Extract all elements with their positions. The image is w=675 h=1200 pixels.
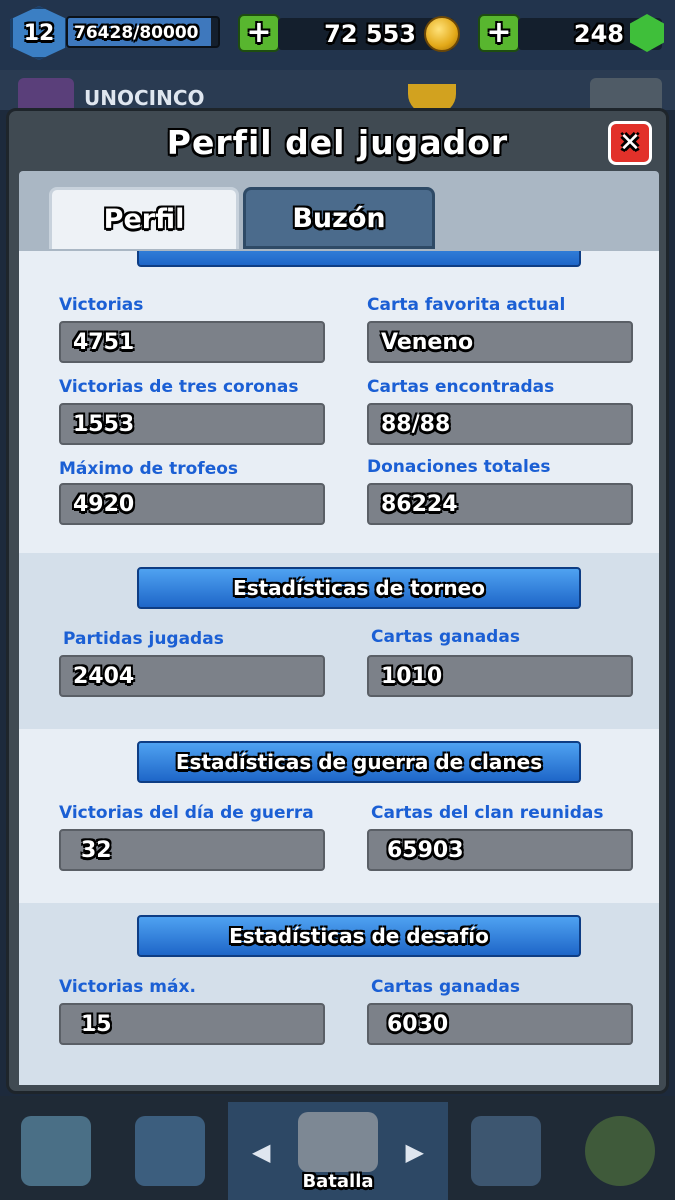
buy-gems-button[interactable]: + (478, 14, 520, 52)
stat-label: Cartas ganadas (371, 977, 520, 997)
nav-cards[interactable] (114, 1102, 226, 1200)
stat-label: Donaciones totales (367, 457, 551, 477)
stat-label: Partidas jugadas (63, 629, 224, 649)
stat-label: Cartas del clan reunidas (371, 803, 604, 823)
tab-profile[interactable]: Perfil (49, 187, 239, 249)
stat-value: 4920 (59, 483, 325, 525)
treasure-chest-icon (21, 1116, 91, 1186)
stat-label: Carta favorita actual (367, 295, 566, 315)
player-name: UNOCINCO (84, 86, 205, 110)
stat-label: Victorias del día de guerra (59, 803, 314, 823)
nav-battle[interactable]: ◀ ▶ Batalla (228, 1102, 448, 1200)
stat-value: Veneno (367, 321, 633, 363)
xp-bar: 76428/80000 (66, 16, 220, 48)
profile-content[interactable]: Victorias 4751 Carta favorita actual Ven… (19, 251, 659, 1085)
section-banner (125, 251, 593, 271)
nav-clan[interactable] (450, 1102, 562, 1200)
tab-inbox[interactable]: Buzón (243, 187, 435, 249)
stat-value: 32 (59, 829, 325, 871)
general-stats-section: Victorias 4751 Carta favorita actual Ven… (19, 251, 659, 553)
crossed-swords-icon (298, 1112, 378, 1172)
stat-label: Cartas encontradas (367, 377, 555, 397)
stat-value: 1010 (367, 655, 633, 697)
modal-title: Perfil del jugador (166, 123, 509, 162)
close-icon: ✕ (619, 128, 641, 158)
clan-war-stats-section: Estadísticas de guerra de clanes Victori… (19, 729, 659, 903)
stat-label: Cartas ganadas (371, 627, 520, 647)
battle-label: Batalla (302, 1171, 374, 1192)
player-profile-modal: Perfil del jugador ✕ Perfil Buzón Victor… (6, 108, 669, 1094)
bottom-navigation: ◀ ▶ Batalla (0, 1096, 675, 1200)
stat-label: Victorias (59, 295, 144, 315)
calendar-icon (584, 1116, 655, 1186)
section-banner: Estadísticas de torneo (125, 567, 593, 613)
stat-value: 2404 (59, 655, 325, 697)
stat-label: Máximo de trofeos (59, 459, 239, 479)
challenge-stats-section: Estadísticas de desafío Victorias máx. 1… (19, 903, 659, 1085)
stat-label: Victorias máx. (59, 977, 196, 997)
section-banner: Estadísticas de guerra de clanes (125, 741, 593, 787)
stat-value: 88/88 (367, 403, 633, 445)
chevron-right-icon[interactable]: ▶ (406, 1138, 424, 1166)
section-banner: Estadísticas de desafío (125, 915, 593, 961)
tab-bar: Perfil Buzón (19, 171, 659, 251)
close-button[interactable]: ✕ (608, 121, 652, 165)
gold-coin-icon (424, 16, 460, 52)
profile-header-peek: UNOCINCO (0, 70, 675, 122)
chevron-left-icon[interactable]: ◀ (252, 1138, 270, 1166)
stat-label: Victorias de tres coronas (59, 377, 299, 397)
cards-icon (135, 1116, 205, 1186)
stat-value: 6030 (367, 1003, 633, 1045)
buy-gold-button[interactable]: + (238, 14, 280, 52)
xp-text: 76428/80000 (74, 23, 199, 43)
stat-value: 1553 (59, 403, 325, 445)
level-badge: 12 (10, 6, 68, 60)
top-status-bar: 12 76428/80000 + 72 553 + 248 (0, 0, 675, 70)
clan-shield-icon (471, 1116, 541, 1186)
stat-value: 4751 (59, 321, 325, 363)
nav-events[interactable] (564, 1102, 675, 1200)
stat-value: 15 (59, 1003, 325, 1045)
tournament-stats-section: Estadísticas de torneo Partidas jugadas … (19, 553, 659, 729)
nav-shop[interactable] (0, 1102, 112, 1200)
stat-value: 86224 (367, 483, 633, 525)
stat-value: 65903 (367, 829, 633, 871)
